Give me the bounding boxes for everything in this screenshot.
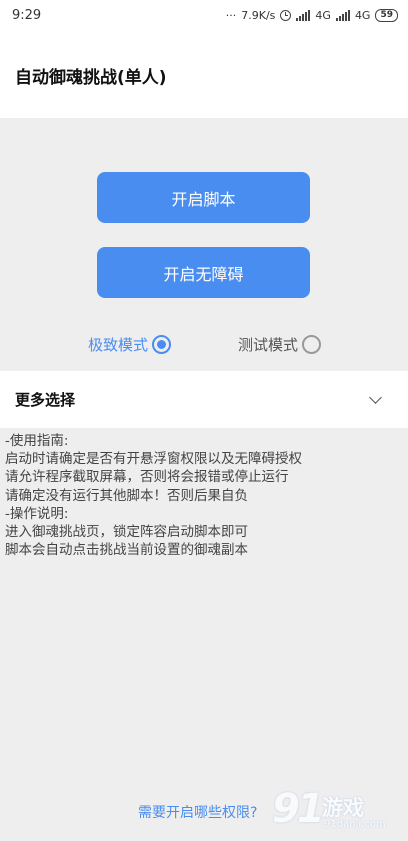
- permissions-link[interactable]: 需要开启哪些权限?: [138, 802, 257, 822]
- mode-extreme-label: 极致模式: [88, 335, 149, 354]
- app-header: 自动御魂挑战(单人): [0, 30, 408, 118]
- mode-extreme-radio[interactable]: 极致模式: [88, 333, 172, 355]
- guide-line: 进入御魂挑战页，锁定阵容启动脚本即可: [5, 524, 248, 541]
- usage-guide: -使用指南: 启动时请确定是否有开悬浮窗权限以及无障碍授权 请允许程序截取屏幕，…: [5, 432, 403, 559]
- more-options-dropdown[interactable]: 更多选择: [0, 371, 408, 428]
- status-icons: ··· 7.9K/s 4G 4G 59: [225, 8, 398, 22]
- radio-selected-icon[interactable]: [152, 334, 172, 354]
- more-options-label: 更多选择: [15, 391, 76, 409]
- watermark-name: 游戏: [322, 796, 364, 820]
- watermark-91: 91: [272, 786, 325, 832]
- start-accessibility-button[interactable]: 开启无障碍: [97, 247, 310, 298]
- page-title: 自动御魂挑战(单人): [15, 68, 167, 88]
- mode-test-label: 测试模式: [238, 335, 299, 354]
- watermark-url: 91danji.com: [324, 819, 386, 830]
- start-script-button[interactable]: 开启脚本: [97, 172, 310, 223]
- guide-line: 请确定没有运行其他脚本！否则后果自负: [5, 487, 248, 504]
- alarm-clock-icon: [280, 9, 292, 21]
- network-speed: 7.9K/s: [241, 8, 276, 22]
- signal-icon-2: [335, 9, 350, 21]
- dots-icon: ···: [225, 8, 237, 22]
- guide-line: -使用指南:: [5, 433, 69, 449]
- guide-line: 脚本会自动点击挑战当前设置的御魂副本: [5, 542, 248, 559]
- signal-icon: [296, 9, 311, 21]
- watermark-logo: 91 游戏 91danji.com: [272, 784, 404, 836]
- sim1-network-type: 4G: [315, 8, 331, 22]
- radio-unselected-icon[interactable]: [302, 334, 322, 354]
- guide-line: -操作说明:: [5, 505, 69, 522]
- chevron-down-icon[interactable]: [369, 390, 382, 404]
- mode-test-radio[interactable]: 测试模式: [238, 333, 322, 355]
- battery-icon: 59: [375, 8, 398, 22]
- sim2-network-type: 4G: [354, 8, 371, 22]
- status-bar: 9:29 ··· 7.9K/s 4G 4G 59: [0, 0, 408, 30]
- guide-line: 启动时请确定是否有开悬浮窗权限以及无障碍授权: [5, 451, 302, 468]
- guide-line: 请允许程序截取屏幕，否则将会报错或停止运行: [5, 469, 289, 486]
- status-time: 9:29: [12, 7, 42, 23]
